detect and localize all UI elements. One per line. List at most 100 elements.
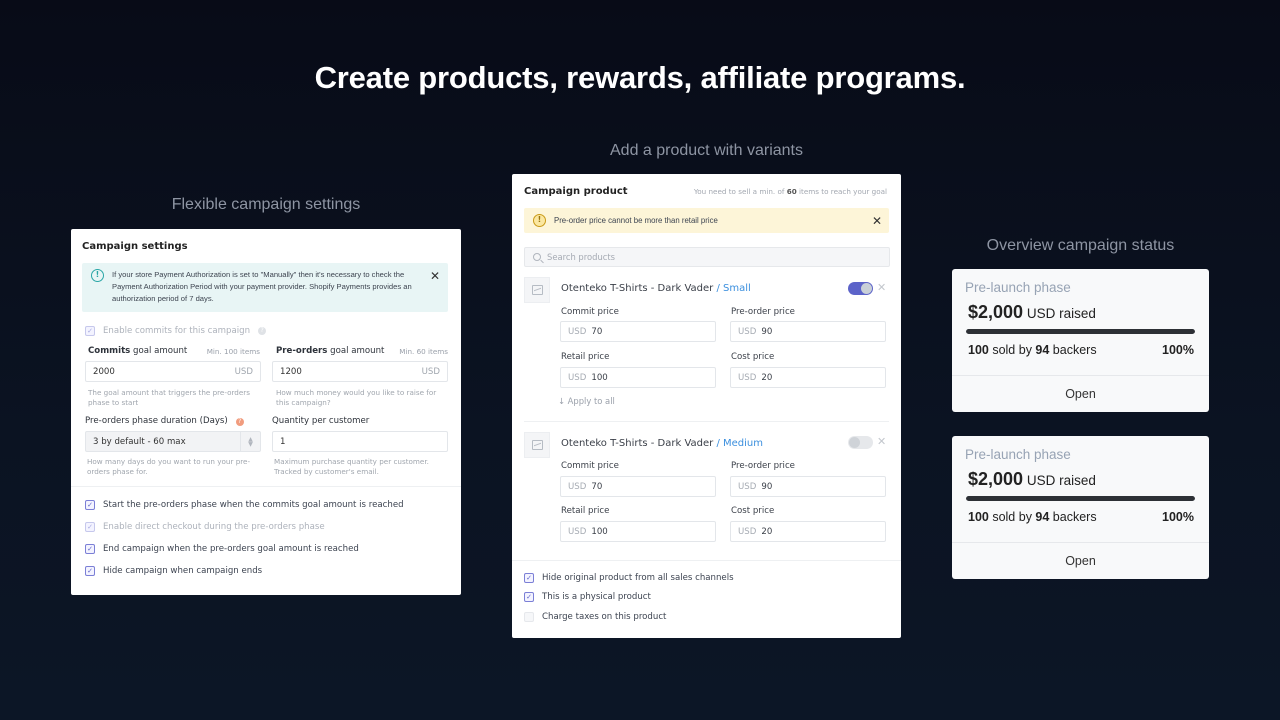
warning-banner: ! Pre-order price cannot be more than re… — [524, 208, 889, 233]
option-hide-original-product[interactable]: ✓ Hide original product from all sales c… — [524, 573, 734, 583]
campaign-status-card: Pre-launch phase $2,000 USD raised 100 s… — [952, 269, 1209, 412]
open-button[interactable]: Open — [952, 376, 1209, 412]
close-icon[interactable]: ✕ — [430, 270, 440, 282]
preorders-goal-hint: Min. 60 items — [399, 347, 448, 356]
preorder-price-input[interactable]: USD 90 — [730, 476, 886, 497]
currency-suffix: USD — [421, 366, 440, 377]
quantity-input[interactable]: 1 — [272, 431, 448, 452]
help-icon[interactable]: ? — [258, 327, 267, 335]
percent-complete: 100% — [1162, 343, 1194, 357]
option-start-preorders[interactable]: ✓ Start the pre-orders phase when the co… — [85, 500, 404, 510]
divider — [71, 486, 461, 487]
option-physical-product[interactable]: ✓ This is a physical product — [524, 592, 651, 602]
price-label: Cost price — [731, 352, 775, 362]
input-value: 3 by default - 60 max — [93, 436, 186, 447]
duration-label: Pre-orders phase duration (Days)? — [85, 416, 244, 426]
duration-input[interactable]: 3 by default - 60 max ▲ ▼ — [85, 431, 261, 452]
option-direct-checkout[interactable]: ✓ Enable direct checkout during the pre-… — [85, 522, 325, 532]
variant-toggle[interactable] — [848, 436, 873, 449]
input-value: 2000 — [93, 366, 115, 377]
price-label: Commit price — [561, 307, 619, 317]
toggle-knob — [849, 437, 860, 448]
info-text: If your store Payment Authorization is s… — [112, 270, 412, 303]
apply-to-all-link[interactable]: ↓ Apply to all — [558, 396, 615, 406]
price-label: Commit price — [561, 461, 619, 471]
preorders-goal-input[interactable]: 1200 USD — [272, 361, 448, 382]
input-value: 1 — [280, 436, 286, 447]
stepper-icon[interactable]: ▲ ▼ — [240, 432, 260, 451]
checkbox-label: End campaign when the pre-orders goal am… — [103, 544, 359, 554]
sold-count: 100 sold by 94 backers — [968, 510, 1097, 524]
price-label: Cost price — [731, 506, 775, 516]
open-button[interactable]: Open — [952, 543, 1209, 579]
variant-toggle[interactable] — [848, 282, 873, 295]
commits-goal-label: Commits goal amount — [88, 346, 188, 356]
input-value: 1200 — [280, 366, 302, 377]
product-section-label: Add a product with variants — [610, 142, 803, 159]
checkbox-label: Hide original product from all sales cha… — [542, 573, 734, 583]
campaign-product-panel: Campaign product You need to sell a min.… — [512, 174, 901, 638]
search-icon — [533, 253, 541, 261]
checkbox-icon[interactable]: ✓ — [85, 500, 95, 510]
checkbox-icon[interactable]: ✓ — [524, 592, 534, 602]
settings-section-label: Flexible campaign settings — [171, 196, 361, 213]
checkbox-icon[interactable]: ✓ — [85, 522, 95, 532]
warning-icon: ! — [533, 214, 546, 227]
commits-goal-help: The goal amount that triggers the pre-or… — [88, 388, 250, 407]
info-banner: ! If your store Payment Authorization is… — [82, 263, 448, 312]
price-label: Retail price — [561, 506, 610, 516]
commits-goal-hint: Min. 100 items — [206, 347, 260, 356]
progress-bar — [966, 496, 1195, 501]
search-products-input[interactable]: Search products — [524, 247, 890, 267]
remove-variant-icon[interactable]: ✕ — [877, 282, 886, 293]
divider — [512, 560, 901, 561]
checkbox-label: Enable commits for this campaign — [103, 326, 251, 336]
checkbox-icon[interactable]: ✓ — [524, 573, 534, 583]
toggle-knob — [861, 283, 872, 294]
close-icon[interactable]: ✕ — [872, 215, 882, 227]
retail-price-input[interactable]: USD 100 — [560, 367, 716, 388]
checkbox-icon[interactable]: ✓ — [85, 544, 95, 554]
currency-suffix: USD — [234, 366, 253, 377]
commits-goal-input[interactable]: 2000 USD — [85, 361, 261, 382]
amount-raised: $2,000 USD raised — [968, 469, 1096, 489]
checkbox-icon[interactable]: ✓ — [85, 566, 95, 576]
progress-bar — [966, 329, 1195, 334]
warning-text: Pre-order price cannot be more than reta… — [554, 216, 718, 225]
search-placeholder: Search products — [547, 252, 616, 262]
cost-price-input[interactable]: USD 20 — [730, 367, 886, 388]
percent-complete: 100% — [1162, 510, 1194, 524]
headline: Create products, rewards, affiliate prog… — [314, 60, 966, 95]
divider — [524, 421, 889, 422]
amount-raised: $2,000 USD raised — [968, 302, 1096, 322]
checkbox-icon[interactable]: ✓ — [524, 612, 534, 622]
price-label: Pre-order price — [731, 307, 795, 317]
remove-variant-icon[interactable]: ✕ — [877, 436, 886, 447]
image-icon — [531, 285, 543, 295]
quantity-help: Maximum purchase quantity per customer. … — [274, 457, 429, 476]
panel-title: Campaign product — [524, 186, 628, 197]
checkbox-label: Enable direct checkout during the pre-or… — [103, 522, 325, 532]
commit-price-input[interactable]: USD 70 — [560, 321, 716, 342]
quantity-label: Quantity per customer — [272, 416, 370, 426]
product-name: Otenteko T-Shirts - Dark Vader / Small — [561, 283, 751, 294]
checkbox-label: This is a physical product — [542, 592, 651, 602]
option-hide-campaign[interactable]: ✓ Hide campaign when campaign ends — [85, 566, 262, 576]
price-label: Retail price — [561, 352, 610, 362]
preorders-goal-help: How much money would you like to raise f… — [276, 388, 437, 407]
option-charge-taxes[interactable]: ✓ Charge taxes on this product — [524, 612, 666, 622]
status-section-label: Overview campaign status — [986, 237, 1175, 254]
commit-price-input[interactable]: USD 70 — [560, 476, 716, 497]
preorder-price-input[interactable]: USD 90 — [730, 321, 886, 342]
preorders-goal-label: Pre-orders goal amount — [276, 346, 385, 356]
option-end-campaign[interactable]: ✓ End campaign when the pre-orders goal … — [85, 544, 359, 554]
retail-price-input[interactable]: USD 100 — [560, 521, 716, 542]
checkbox-icon[interactable]: ✓ — [85, 326, 95, 336]
warning-help-icon[interactable]: ? — [235, 418, 244, 426]
image-icon — [531, 440, 543, 450]
campaign-status-card: Pre-launch phase $2,000 USD raised 100 s… — [952, 436, 1209, 579]
price-label: Pre-order price — [731, 461, 795, 471]
cost-price-input[interactable]: USD 20 — [730, 521, 886, 542]
enable-commits-checkbox[interactable]: ✓ Enable commits for this campaign ? — [85, 326, 267, 336]
panel-title: Campaign settings — [82, 241, 188, 252]
